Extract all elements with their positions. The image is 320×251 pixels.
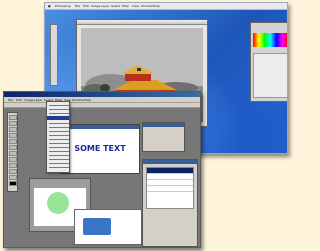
canvas-text: SOME TEXT [74, 144, 126, 153]
menu-item-select[interactable]: Select [111, 3, 120, 10]
menu-item-app[interactable]: Photoshop [55, 3, 71, 10]
text-tool-icon[interactable] [9, 169, 17, 174]
tools-palette[interactable] [50, 24, 58, 86]
menu-item-filter[interactable]: Filter [122, 3, 129, 10]
blue-rectangle [83, 218, 111, 235]
crop-tool-icon[interactable] [9, 139, 17, 144]
menu-option[interactable] [49, 151, 69, 152]
menu-option[interactable] [49, 159, 69, 160]
menu-option[interactable] [49, 113, 69, 114]
menu-item-file[interactable]: File [75, 3, 80, 10]
palette-titlebar[interactable] [143, 123, 184, 127]
menu-option[interactable] [49, 131, 69, 132]
palettes-panel[interactable] [250, 22, 287, 102]
rectangle-document-window[interactable] [74, 209, 142, 245]
lasso-tool-icon[interactable] [9, 127, 17, 132]
open-dropdown-menu [46, 101, 70, 173]
menu-option[interactable] [49, 155, 69, 156]
menu-item-edit[interactable]: Edit [83, 3, 89, 10]
menu-option[interactable] [49, 109, 69, 110]
character-palette[interactable] [142, 122, 185, 152]
menu-option[interactable] [49, 127, 69, 128]
gradient-tool-icon[interactable] [9, 163, 17, 168]
windows-photoshop-screenshot: File Edit Image Layer Select Filter View… [3, 91, 201, 248]
menu-option[interactable] [49, 139, 69, 140]
foreground-color-icon[interactable] [9, 181, 17, 186]
marquee-tool-icon[interactable] [9, 121, 17, 126]
menu-item-help[interactable]: Help [153, 3, 160, 10]
mac-menubar: ● Photoshop File Edit Image Layer Select… [45, 3, 287, 10]
layers-palette[interactable] [142, 159, 198, 247]
workspace: SOME TEXT [4, 101, 200, 247]
apple-menu-icon[interactable]: ● [48, 3, 51, 10]
hand-tool-icon[interactable] [9, 175, 17, 180]
menu-item-view[interactable]: View [132, 3, 139, 10]
menu-item-window[interactable]: Window [141, 3, 153, 10]
palette-titlebar[interactable] [143, 160, 197, 164]
wand-tool-icon[interactable] [9, 133, 17, 138]
menu-item-image[interactable]: Image [91, 3, 100, 10]
layers-palette[interactable] [253, 53, 287, 98]
menu-option[interactable] [49, 123, 69, 124]
eraser-tool-icon[interactable] [9, 157, 17, 162]
menu-option[interactable] [49, 167, 69, 168]
text-document-window[interactable]: SOME TEXT [60, 124, 140, 174]
green-circle [47, 192, 69, 214]
menu-option[interactable] [49, 147, 69, 148]
stamp-tool-icon[interactable] [9, 151, 17, 156]
menu-option-highlighted[interactable] [47, 116, 69, 120]
document-titlebar[interactable] [61, 125, 139, 129]
menu-option[interactable] [49, 105, 69, 106]
menu-option[interactable] [49, 163, 69, 164]
toolbox [7, 112, 18, 192]
menu-option[interactable] [49, 135, 69, 136]
menu-item-layer[interactable]: Layer [101, 3, 109, 10]
move-tool-icon[interactable] [9, 115, 17, 120]
menu-option[interactable] [49, 143, 69, 144]
color-swatches[interactable] [253, 33, 287, 47]
layer-row[interactable] [147, 186, 193, 192]
brush-tool-icon[interactable] [9, 145, 17, 150]
document-titlebar[interactable] [77, 20, 207, 25]
layers-list [146, 167, 194, 209]
